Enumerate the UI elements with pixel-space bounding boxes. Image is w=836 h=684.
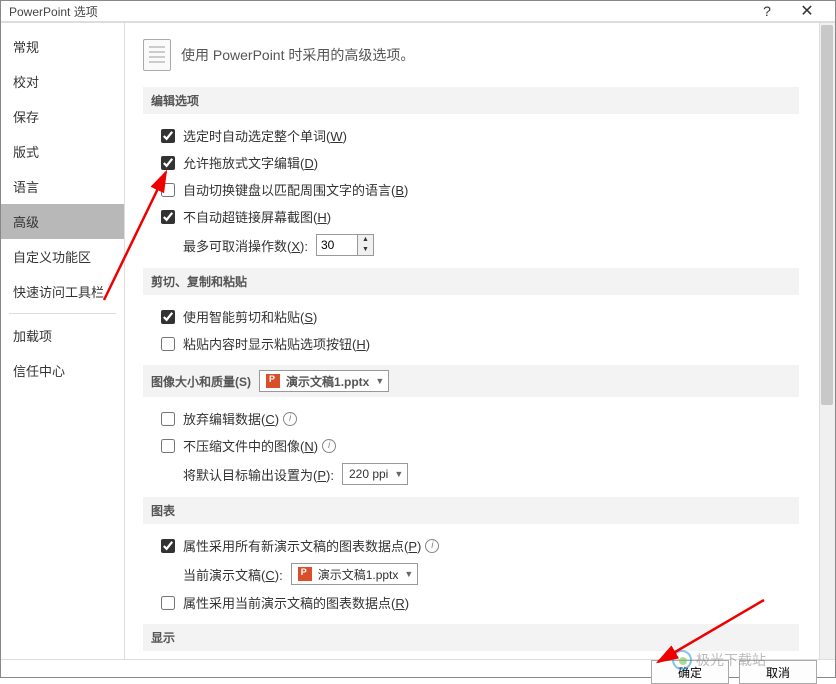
dialog-footer: 确定 取消 bbox=[1, 659, 835, 684]
help-button[interactable]: ? bbox=[747, 3, 787, 19]
sidebar-item-ribbon[interactable]: 自定义功能区 bbox=[1, 239, 124, 274]
undo-spinner[interactable]: ▲▼ bbox=[316, 234, 374, 256]
checkbox-discard-edit[interactable] bbox=[161, 412, 175, 426]
checkbox-hyperlink[interactable] bbox=[161, 210, 175, 224]
info-icon[interactable]: i bbox=[322, 439, 336, 453]
checkbox-keyboard[interactable] bbox=[161, 183, 175, 197]
checkbox-drag-drop[interactable] bbox=[161, 156, 175, 170]
opt-no-compress: 不压缩文件中的图像(N) i bbox=[143, 432, 799, 459]
section-image-header: 图像大小和质量(S) 演示文稿1.pptx ▼ bbox=[143, 365, 799, 397]
sidebar-separator bbox=[9, 313, 116, 314]
sidebar-item-language[interactable]: 语言 bbox=[1, 169, 124, 204]
titlebar: PowerPoint 选项 ? ✕ bbox=[1, 1, 835, 22]
sidebar-item-advanced[interactable]: 高级 bbox=[1, 204, 124, 239]
checkbox-chart-current[interactable] bbox=[161, 596, 175, 610]
checkbox-no-compress[interactable] bbox=[161, 439, 175, 453]
opt-chart-all: 属性采用所有新演示文稿的图表数据点(P) i bbox=[143, 532, 799, 559]
sidebar-item-save[interactable]: 保存 bbox=[1, 99, 124, 134]
opt-drag-drop: 允许拖放式文字编辑(D) bbox=[143, 149, 799, 176]
sidebar: 常规 校对 保存 版式 语言 高级 自定义功能区 快速访问工具栏 加载项 信任中… bbox=[1, 23, 125, 659]
spin-down-icon[interactable]: ▼ bbox=[358, 245, 373, 255]
checkbox-select-word[interactable] bbox=[161, 129, 175, 143]
opt-chart-current-data: 属性采用当前演示文稿的图表数据点(R) bbox=[143, 589, 799, 616]
dialog-body: 常规 校对 保存 版式 语言 高级 自定义功能区 快速访问工具栏 加载项 信任中… bbox=[1, 22, 835, 659]
opt-resolution: 将默认目标输出设置为(P): 220 ppi ▼ bbox=[143, 459, 799, 489]
image-file-select[interactable]: 演示文稿1.pptx ▼ bbox=[259, 370, 389, 392]
chevron-down-icon: ▼ bbox=[394, 469, 403, 479]
close-button[interactable]: ✕ bbox=[787, 1, 827, 21]
sidebar-item-trust[interactable]: 信任中心 bbox=[1, 353, 124, 388]
sidebar-item-qat[interactable]: 快速访问工具栏 bbox=[1, 274, 124, 309]
opt-undo: 最多可取消操作数(X): ▲▼ bbox=[143, 230, 799, 260]
opt-paste-options: 粘贴内容时显示粘贴选项按钮(H) bbox=[143, 330, 799, 357]
page-title: 使用 PowerPoint 时采用的高级选项。 bbox=[181, 45, 414, 65]
chart-file-select[interactable]: 演示文稿1.pptx ▼ bbox=[291, 563, 419, 585]
ppt-icon bbox=[266, 374, 280, 388]
opt-discard-edit: 放弃编辑数据(C) i bbox=[143, 405, 799, 432]
checkbox-chart-all[interactable] bbox=[161, 539, 175, 553]
sidebar-item-proofing[interactable]: 校对 bbox=[1, 64, 124, 99]
spin-up-icon[interactable]: ▲ bbox=[358, 235, 373, 245]
chevron-down-icon: ▼ bbox=[375, 376, 384, 386]
scrollbar-thumb[interactable] bbox=[821, 25, 833, 405]
opt-chart-current: 当前演示文稿(C): 演示文稿1.pptx ▼ bbox=[143, 559, 799, 589]
opt-hyperlink: 不自动超链接屏幕截图(H) bbox=[143, 203, 799, 230]
resolution-select[interactable]: 220 ppi ▼ bbox=[342, 463, 408, 485]
section-chart-header: 图表 bbox=[143, 497, 799, 524]
window-title: PowerPoint 选项 bbox=[9, 3, 747, 20]
ok-button[interactable]: 确定 bbox=[651, 660, 729, 684]
chevron-down-icon: ▼ bbox=[404, 569, 413, 579]
section-edit-header: 编辑选项 bbox=[143, 87, 799, 114]
opt-smart-cut: 使用智能剪切和粘贴(S) bbox=[143, 303, 799, 330]
section-cut-header: 剪切、复制和粘贴 bbox=[143, 268, 799, 295]
info-icon[interactable]: i bbox=[425, 539, 439, 553]
opt-keyboard: 自动切换键盘以匹配周围文字的语言(B) bbox=[143, 176, 799, 203]
section-display-header: 显示 bbox=[143, 624, 799, 651]
document-icon bbox=[143, 39, 171, 71]
info-icon[interactable]: i bbox=[283, 412, 297, 426]
options-dialog: PowerPoint 选项 ? ✕ 常规 校对 保存 版式 语言 高级 自定义功… bbox=[0, 0, 836, 678]
scrollbar[interactable] bbox=[819, 23, 835, 659]
opt-select-word: 选定时自动选定整个单词(W) bbox=[143, 122, 799, 149]
page-header: 使用 PowerPoint 时采用的高级选项。 bbox=[143, 39, 799, 71]
cancel-button[interactable]: 取消 bbox=[739, 660, 817, 684]
checkbox-paste-options[interactable] bbox=[161, 337, 175, 351]
sidebar-item-addins[interactable]: 加载项 bbox=[1, 318, 124, 353]
content-pane: 使用 PowerPoint 时采用的高级选项。 编辑选项 选定时自动选定整个单词… bbox=[125, 23, 835, 659]
sidebar-item-layout[interactable]: 版式 bbox=[1, 134, 124, 169]
ppt-icon bbox=[298, 567, 312, 581]
undo-input[interactable] bbox=[317, 235, 357, 255]
checkbox-smart-cut[interactable] bbox=[161, 310, 175, 324]
sidebar-item-general[interactable]: 常规 bbox=[1, 29, 124, 64]
